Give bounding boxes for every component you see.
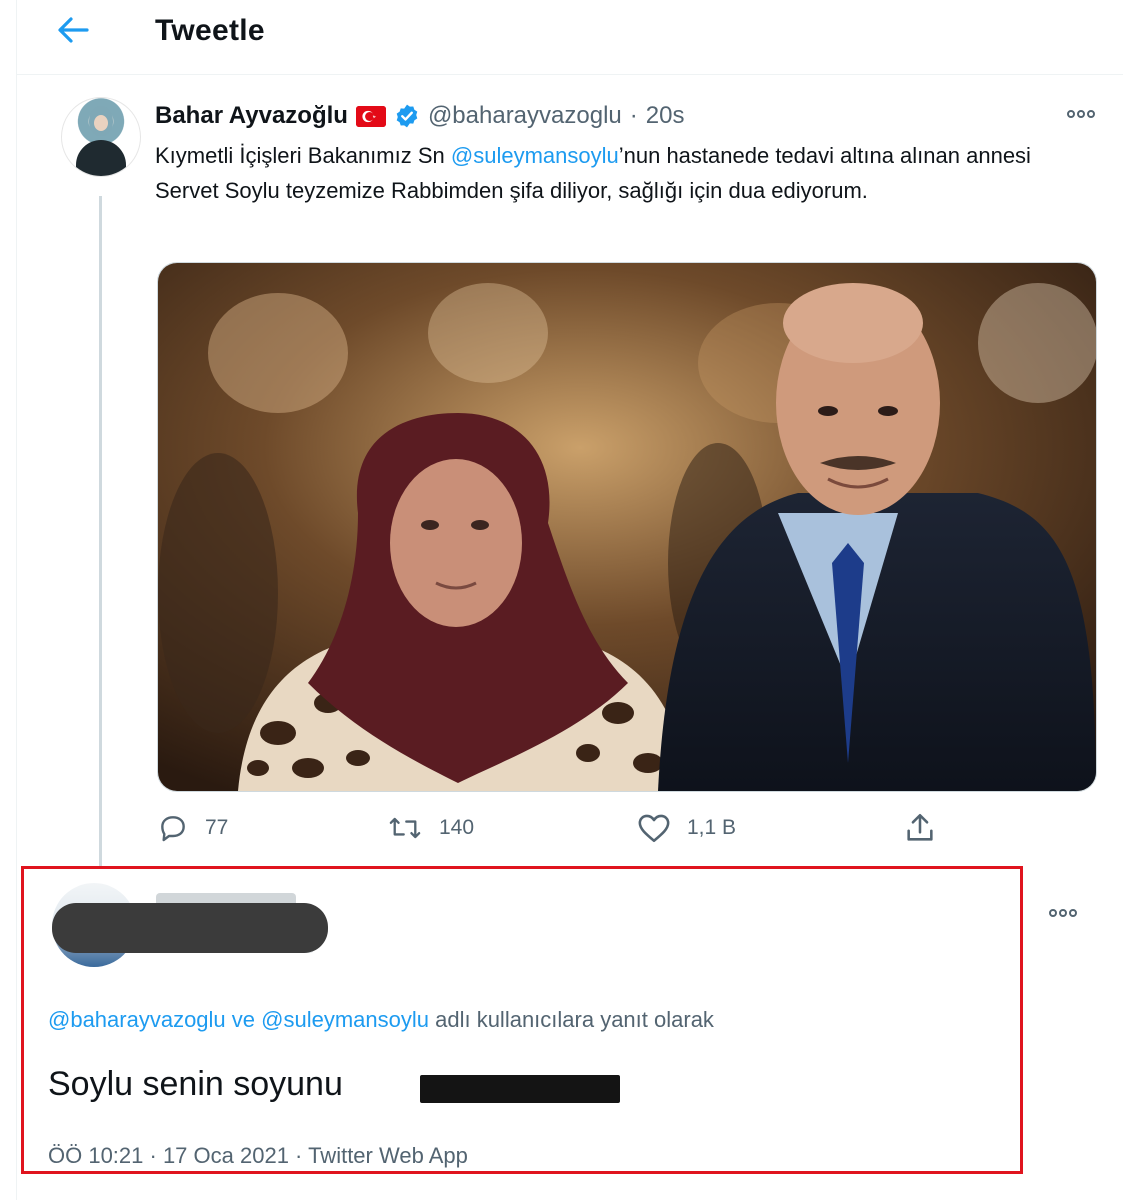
author-name[interactable]: Bahar Ayvazoğlu: [155, 102, 348, 130]
replying-to: @baharayvazoglu ve @suleymansoylu adlı k…: [48, 1007, 714, 1033]
reply-icon: [161, 816, 185, 842]
mention-link[interactable]: @suleymansoylu: [451, 143, 619, 168]
thread-line: [99, 196, 102, 868]
tweet-text: Kıymetli İçişleri Bakanımız Sn @suleyman…: [155, 138, 1095, 208]
like-button[interactable]: 1,1 B: [637, 808, 736, 848]
separator-dot: ·: [629, 102, 638, 129]
retweet-count: 140: [439, 816, 475, 839]
page-title: Tweetle: [155, 14, 265, 47]
retweet-button[interactable]: 140: [387, 808, 474, 848]
replying-to-suffix: adlı kullanıcılara yanıt olarak: [429, 1007, 714, 1032]
author-handle[interactable]: @baharayvazoglu: [428, 102, 622, 130]
back-button[interactable]: [53, 12, 93, 48]
like-count: 1,1 B: [687, 816, 737, 839]
share-button[interactable]: [903, 808, 937, 848]
reply-text: Soylu senin soyunu: [48, 1065, 343, 1103]
retweet-icon: [389, 817, 421, 839]
replying-to-connector: ve: [225, 1007, 262, 1032]
redaction-bar: [52, 903, 328, 953]
text-redaction-bar: [420, 1075, 620, 1103]
author-avatar[interactable]: [61, 97, 141, 177]
share-icon: [907, 813, 933, 841]
reply-timestamp[interactable]: ÖÖ 10:21 · 17 Oca 2021 · Twitter Web App: [48, 1143, 468, 1169]
reply-button[interactable]: 77: [157, 808, 228, 848]
tweet-thread-page: Tweetle Bahar Ayvazoğlu @baharayvazoglu …: [16, 0, 1123, 1200]
tweet-actions: 77 140 1,1 B: [155, 808, 965, 848]
mention-link[interactable]: @baharayvazoglu: [48, 1007, 226, 1032]
mention-link[interactable]: @suleymansoylu: [261, 1007, 429, 1032]
tweet-header: Bahar Ayvazoğlu @baharayvazoglu · 20s: [155, 100, 684, 132]
arrow-left-icon: [58, 17, 89, 43]
turkey-flag-icon: [355, 105, 386, 127]
tweet-photo[interactable]: [157, 262, 1097, 792]
tweet-time[interactable]: 20s: [646, 102, 685, 130]
more-options-button[interactable]: [1064, 104, 1098, 124]
photo-icon: [158, 263, 1096, 791]
heart-icon: [638, 814, 670, 843]
header: Tweetle: [17, 0, 1123, 75]
highlighted-reply: @baharayvazoglu ve @suleymansoylu adlı k…: [21, 866, 1077, 1174]
more-dots-icon: [1049, 909, 1077, 917]
reply-count: 77: [205, 816, 229, 839]
more-dots-icon: [1067, 110, 1095, 118]
verified-badge-icon: [396, 104, 418, 128]
reply-more-options-button[interactable]: [1046, 903, 1080, 923]
tweet-text-part: Kıymetli İçişleri Bakanımız Sn: [155, 143, 451, 168]
